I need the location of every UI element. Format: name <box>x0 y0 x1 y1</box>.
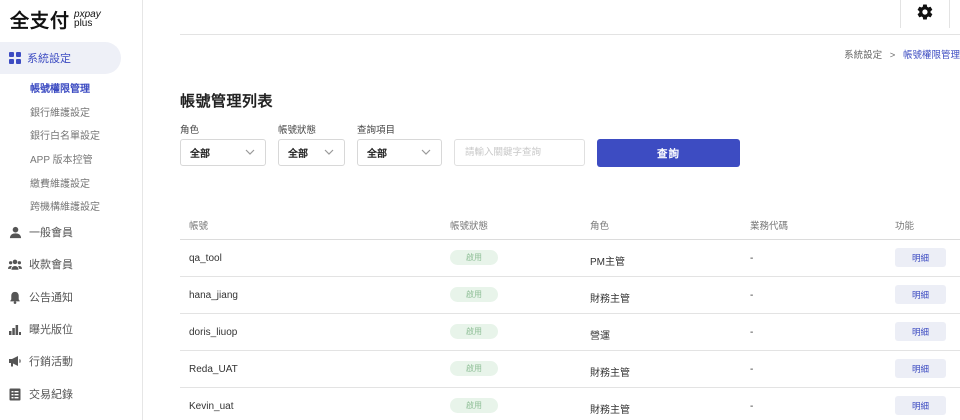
column-header-business-code: 業務代碼 <box>750 221 789 232</box>
account-cell: doris_liuop <box>189 327 238 338</box>
user-icon <box>8 225 22 239</box>
breadcrumb-separator: > <box>889 50 896 61</box>
detail-button[interactable]: 明細 <box>895 285 946 304</box>
sidebar-subitem-app-version[interactable]: APP 版本控管 <box>30 151 93 166</box>
megaphone-icon <box>8 354 22 368</box>
breadcrumb-parent[interactable]: 系統設定 <box>844 50 882 61</box>
brand-logo[interactable]: 全支付 pxpay plus <box>10 6 101 32</box>
role-cell: 財務主管 <box>590 368 630 379</box>
status-badge: 啟用 <box>450 250 498 265</box>
sidebar-item-label: 一般會員 <box>29 227 73 239</box>
detail-button[interactable]: 明細 <box>895 322 946 341</box>
query-item-select-value: 全部 <box>367 149 387 160</box>
role-filter-label: 角色 <box>180 125 200 136</box>
keyword-search-input[interactable] <box>454 139 585 166</box>
sidebar-item-system-settings[interactable]: 系統設定 <box>0 42 121 74</box>
logo-text-cn: 全支付 <box>10 10 71 32</box>
table-row: doris_liuop 啟用 營運 - 明細 <box>180 314 960 351</box>
table-header: 帳號 帳號狀態 角色 業務代碼 功能 <box>180 212 960 240</box>
business-code-cell: - <box>750 290 754 301</box>
table-row: qa_tool 啟用 PM主管 - 明細 <box>180 240 960 277</box>
account-cell: Reda_UAT <box>189 364 238 375</box>
sidebar: 全支付 pxpay plus 系統設定 帳號權限管理 銀行維護設定 銀行白名單設… <box>0 0 143 420</box>
status-select[interactable]: 全部 <box>278 139 345 166</box>
query-button[interactable]: 查詢 <box>597 139 740 167</box>
role-cell: 營運 <box>590 331 610 342</box>
table-row: hana_jiang 啟用 財務主管 - 明細 <box>180 277 960 314</box>
breadcrumb: 系統設定 > 帳號權限管理 <box>844 47 960 61</box>
sidebar-subitem-bank-maintenance[interactable]: 銀行維護設定 <box>30 104 90 119</box>
role-cell: 財務主管 <box>590 405 630 416</box>
column-header-status: 帳號狀態 <box>450 221 489 232</box>
sidebar-item-merchant-members[interactable]: 收款會員 <box>8 254 73 274</box>
account-cell: hana_jiang <box>189 290 238 301</box>
table-row: Reda_UAT 啟用 財務主管 - 明細 <box>180 351 960 388</box>
gear-icon <box>916 3 934 26</box>
sidebar-subitem-account-permissions[interactable]: 帳號權限管理 <box>30 80 90 95</box>
account-cell: Kevin_uat <box>189 401 234 412</box>
query-item-filter-label: 查詢項目 <box>357 125 396 136</box>
sidebar-subitem-cross-institution[interactable]: 跨機構維護設定 <box>30 198 100 213</box>
chevron-down-icon <box>421 149 431 155</box>
bar-chart-icon <box>8 322 22 336</box>
bell-icon <box>8 290 22 304</box>
logo-text-en: pxpay plus <box>74 10 101 29</box>
grid-icon <box>9 52 21 64</box>
breadcrumb-current: 帳號權限管理 <box>902 50 960 61</box>
sidebar-item-announcements[interactable]: 公告通知 <box>8 287 73 307</box>
role-select[interactable]: 全部 <box>180 139 266 166</box>
sidebar-item-label: 公告通知 <box>29 292 73 304</box>
sidebar-item-label: 曝光版位 <box>29 324 73 336</box>
sidebar-item-label: 行銷活動 <box>29 356 73 368</box>
status-badge: 啟用 <box>450 287 498 302</box>
header-divider <box>180 34 960 35</box>
table-row: Kevin_uat 啟用 財務主管 - 明細 <box>180 388 960 420</box>
role-select-value: 全部 <box>190 149 210 160</box>
detail-button[interactable]: 明細 <box>895 359 946 378</box>
column-header-role: 角色 <box>590 221 610 232</box>
chevron-down-icon <box>324 149 334 155</box>
role-cell: 財務主管 <box>590 294 630 305</box>
detail-button[interactable]: 明細 <box>895 248 946 267</box>
sidebar-item-transactions[interactable]: 交易紀錄 <box>8 384 73 404</box>
list-document-icon <box>8 387 22 401</box>
sidebar-item-general-members[interactable]: 一般會員 <box>8 222 73 242</box>
column-header-account: 帳號 <box>189 221 209 232</box>
sidebar-item-exposure-slots[interactable]: 曝光版位 <box>8 319 73 339</box>
sidebar-subitem-bank-whitelist[interactable]: 銀行白名單設定 <box>30 127 100 142</box>
detail-button[interactable]: 明細 <box>895 396 946 415</box>
query-item-select[interactable]: 全部 <box>357 139 442 166</box>
business-code-cell: - <box>750 253 754 264</box>
chevron-down-icon <box>245 149 255 155</box>
status-filter-label: 帳號狀態 <box>278 125 317 136</box>
business-code-cell: - <box>750 364 754 375</box>
sidebar-item-label: 收款會員 <box>29 259 73 271</box>
logo-en-line2: plus <box>74 18 93 29</box>
status-select-value: 全部 <box>288 149 308 160</box>
sidebar-subitem-payment-maintenance[interactable]: 繳費維護設定 <box>30 175 90 190</box>
settings-button[interactable] <box>900 0 950 28</box>
accounts-table: 帳號 帳號狀態 角色 業務代碼 功能 qa_tool 啟用 PM主管 - 明細 … <box>180 212 960 420</box>
status-badge: 啟用 <box>450 324 498 339</box>
page-title: 帳號管理列表 <box>180 93 274 110</box>
status-badge: 啟用 <box>450 398 498 413</box>
business-code-cell: - <box>750 401 754 412</box>
business-code-cell: - <box>750 327 754 338</box>
sidebar-item-label: 交易紀錄 <box>29 389 73 401</box>
column-header-actions: 功能 <box>895 221 915 232</box>
role-cell: PM主管 <box>590 257 625 268</box>
users-group-icon <box>8 257 22 271</box>
sidebar-item-marketing[interactable]: 行銷活動 <box>8 351 73 371</box>
sidebar-item-label: 系統設定 <box>27 53 71 65</box>
status-badge: 啟用 <box>450 361 498 376</box>
account-cell: qa_tool <box>189 253 222 264</box>
